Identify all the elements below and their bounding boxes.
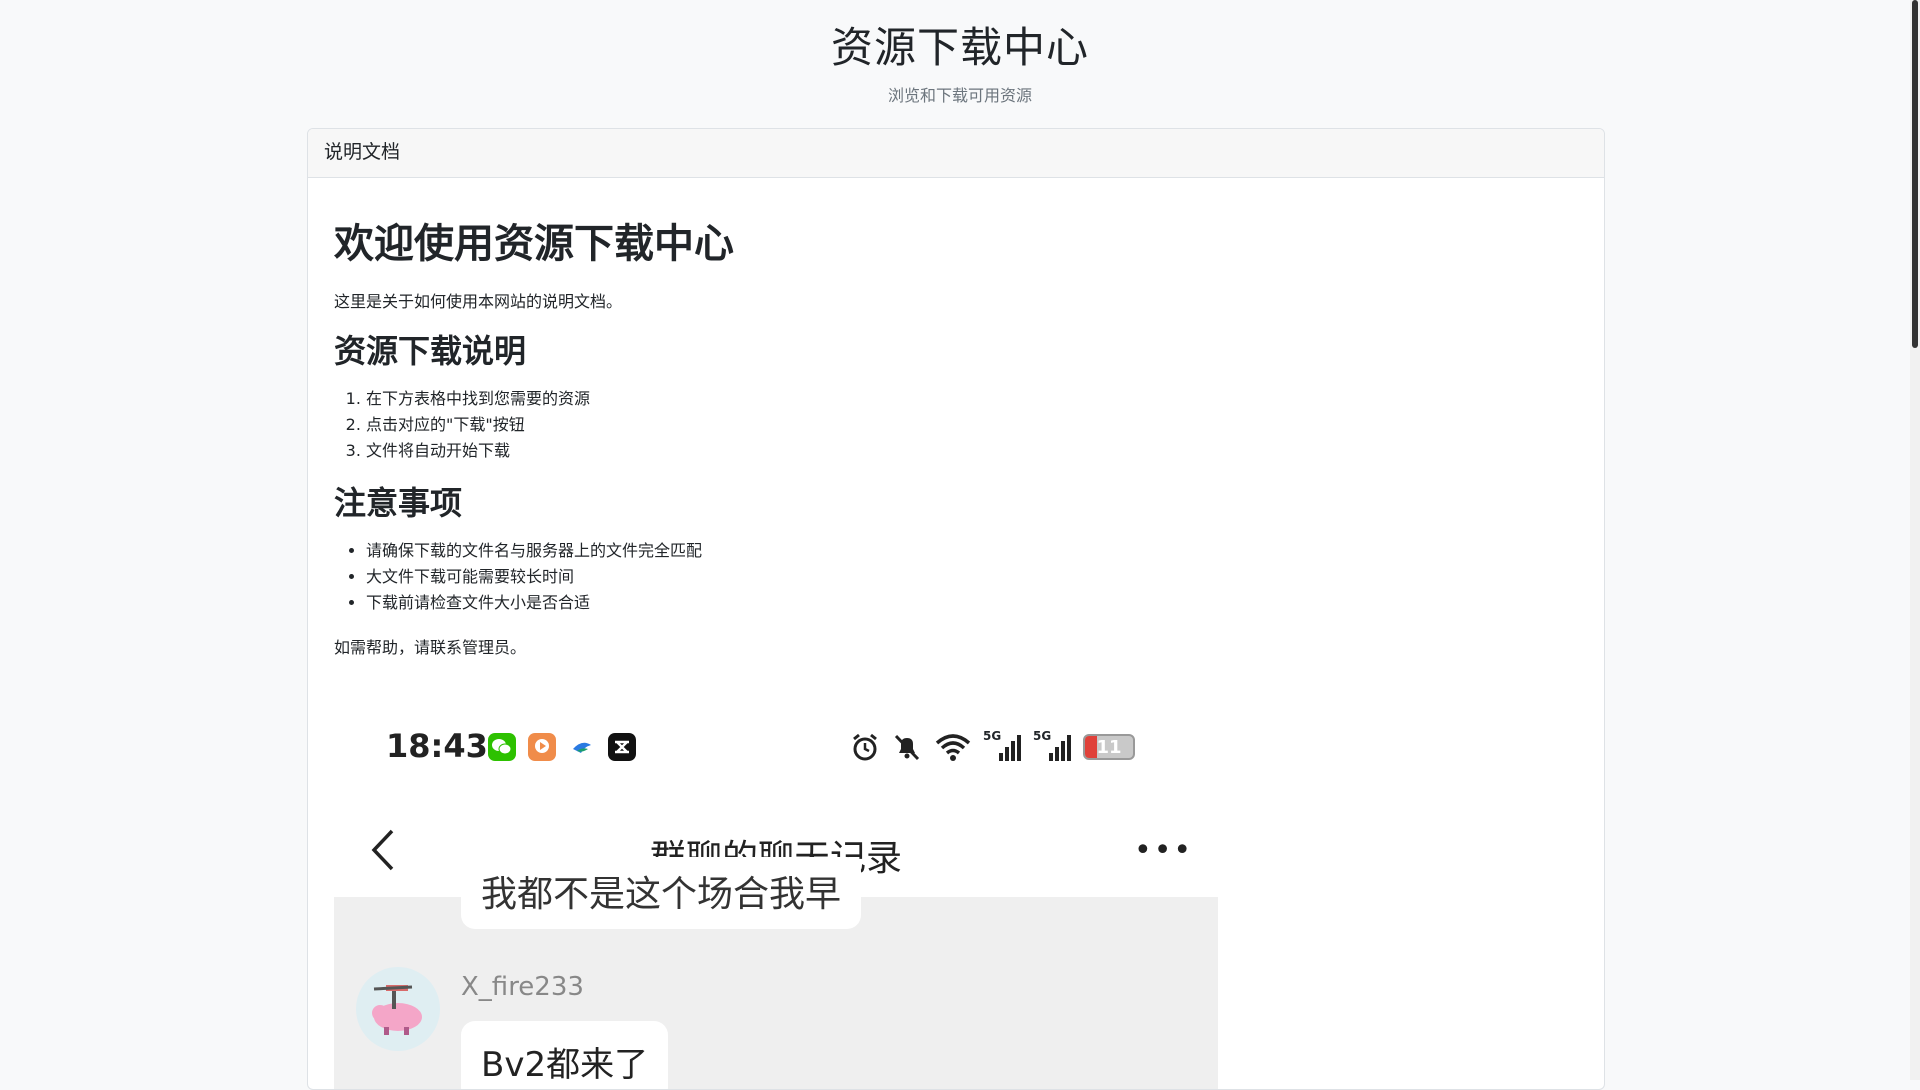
status-icons: 5G 5G 11	[849, 727, 1135, 767]
capcut-icon	[608, 733, 636, 761]
list-item: 在下方表格中找到您需要的资源	[366, 386, 1578, 412]
list-item: 点击对应的"下载"按钮	[366, 412, 1578, 438]
section-title-download: 资源下载说明	[334, 332, 527, 370]
avatar	[356, 967, 440, 1051]
embedded-phone-screenshot: 18:43 5G 5G 11 ••• 我都不是这个场合我早 X_fire233 …	[334, 697, 1218, 1089]
page-title: 资源下载中心	[830, 23, 1089, 72]
help-text: 如需帮助，请联系管理员。	[334, 638, 527, 657]
chat-area: 我都不是这个场合我早 X_fire233 Bv2都来了	[334, 857, 1218, 1089]
notes-list: 请确保下载的文件名与服务器上的文件完全匹配 大文件下载可能需要较长时间 下载前请…	[334, 538, 1578, 616]
list-item: 大文件下载可能需要较长时间	[366, 564, 1578, 590]
page-subtitle: 浏览和下载可用资源	[887, 86, 1032, 105]
wifi-icon	[935, 734, 971, 761]
section-title-notes: 注意事项	[334, 484, 463, 522]
video-app-icon	[528, 733, 556, 761]
scrollbar-thumb[interactable]	[1912, 0, 1918, 348]
previous-message-text: 我都不是这个场合我早	[481, 874, 842, 915]
bird-app-icon	[568, 733, 596, 761]
signal-icon-2: 5G	[1033, 729, 1073, 763]
page-header: 资源下载中心 浏览和下载可用资源	[0, 0, 1920, 106]
download-steps-list: 在下方表格中找到您需要的资源 点击对应的"下载"按钮 文件将自动开始下载	[334, 386, 1578, 464]
battery-icon: 11	[1083, 734, 1135, 760]
scrollbar[interactable]	[1910, 0, 1920, 1080]
card-body: 欢迎使用资源下载中心 这里是关于如何使用本网站的说明文档。 资源下载说明 在下方…	[308, 178, 1604, 658]
previous-message-bubble: 我都不是这个场合我早	[461, 857, 861, 929]
list-item: 下载前请检查文件大小是否合适	[366, 590, 1578, 616]
phone-status-bar: 18:43 5G 5G 11	[334, 697, 1218, 797]
doc-heading: 欢迎使用资源下载中心	[334, 221, 734, 267]
battery-level: 11	[1096, 736, 1122, 758]
status-time: 18:43	[386, 727, 488, 765]
wechat-icon	[488, 733, 516, 761]
bell-muted-icon	[894, 734, 920, 761]
sender-name: X_fire233	[461, 972, 584, 1002]
list-item: 文件将自动开始下载	[366, 438, 1578, 464]
doc-intro: 这里是关于如何使用本网站的说明文档。	[334, 292, 623, 311]
doc-card: 说明文档 欢迎使用资源下载中心 这里是关于如何使用本网站的说明文档。 资源下载说…	[307, 128, 1605, 1090]
list-item: 请确保下载的文件名与服务器上的文件完全匹配	[366, 538, 1578, 564]
more-icon: •••	[1134, 833, 1194, 868]
signal-icon: 5G	[983, 729, 1023, 763]
message-bubble: Bv2都来了	[461, 1021, 669, 1089]
card-header: 说明文档	[308, 129, 1604, 178]
alarm-icon	[853, 733, 877, 761]
